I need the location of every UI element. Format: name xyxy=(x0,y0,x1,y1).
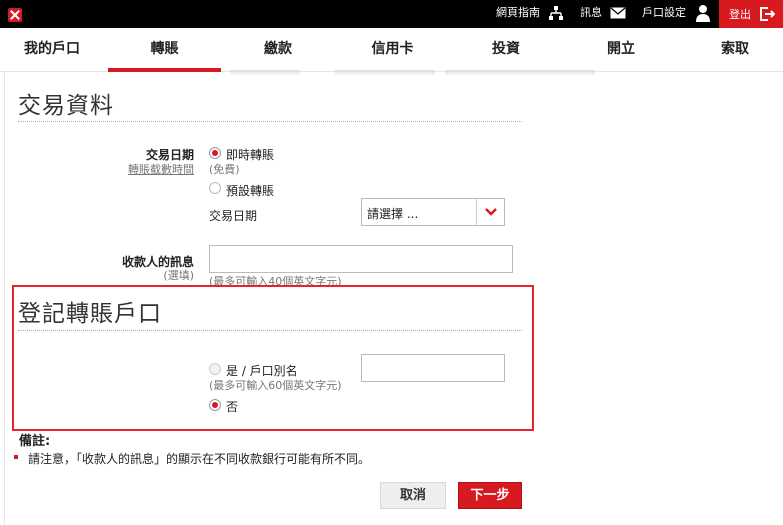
register-yes-radio[interactable] xyxy=(209,363,221,375)
transaction-section-title: 交易資料 xyxy=(18,93,114,119)
user-icon[interactable] xyxy=(696,4,710,25)
account-alias-input[interactable] xyxy=(361,354,505,382)
register-section-title: 登記轉賬戶口 xyxy=(18,301,162,327)
nav-payment[interactable]: 繳款 xyxy=(233,28,323,70)
nav-open-account[interactable]: 開立 xyxy=(580,28,662,70)
nav-shadow xyxy=(445,70,595,76)
register-no-radio[interactable] xyxy=(209,399,221,411)
top-bar: 網頁指南 訊息 戶口設定 登出 xyxy=(0,0,783,28)
section-divider xyxy=(18,330,522,331)
logout-icon xyxy=(759,6,776,25)
nav-my-account[interactable]: 我的戶口 xyxy=(8,28,96,70)
sitemap-icon[interactable] xyxy=(548,5,564,24)
date-select[interactable]: 請選擇 ... xyxy=(361,198,505,226)
scheduled-transfer-radio[interactable] xyxy=(209,182,221,194)
main-nav: 我的戶口 轉賬 繳款 信用卡 投資 開立 索取 xyxy=(0,28,783,72)
nav-shadow xyxy=(230,70,300,76)
cutoff-time-link[interactable]: 轉賬截數時間 xyxy=(96,161,194,177)
note-title: 備註: xyxy=(19,434,51,449)
register-yes-hint: (最多可輸入60個英文字元) xyxy=(209,379,342,392)
site-guide-link[interactable]: 網頁指南 xyxy=(496,6,540,20)
nav-transfer[interactable]: 轉賬 xyxy=(108,28,221,72)
payee-message-optional: (選填) xyxy=(163,269,194,282)
nav-investment[interactable]: 投資 xyxy=(462,28,550,70)
account-settings-link[interactable]: 戶口設定 xyxy=(642,6,686,20)
mail-icon[interactable] xyxy=(610,7,626,22)
content-left-border xyxy=(4,72,5,525)
cutoff-time-link-text[interactable]: 轉賬截數時間 xyxy=(128,163,194,176)
next-step-button[interactable]: 下一步 xyxy=(458,482,522,509)
nav-request[interactable]: 索取 xyxy=(692,28,778,70)
date-select-value: 請選擇 ... xyxy=(367,207,419,221)
cancel-button[interactable]: 取消 xyxy=(380,482,446,509)
note-text: 請注意，「收款人的訊息」的顯示在不同收款銀行可能有所不同。 xyxy=(28,452,371,466)
nav-shadow xyxy=(335,70,435,76)
note-bullet xyxy=(14,455,18,459)
scheduled-transfer-label: 預設轉賬 xyxy=(226,184,275,198)
logout-button[interactable]: 登出 xyxy=(719,0,783,28)
section-divider xyxy=(18,121,522,122)
immediate-transfer-hint: (免費) xyxy=(209,163,240,176)
immediate-transfer-radio[interactable] xyxy=(209,147,221,159)
logout-label: 登出 xyxy=(729,8,751,21)
bank-logo-icon[interactable] xyxy=(8,8,22,22)
date-field-label: 交易日期 xyxy=(209,209,258,223)
payee-message-input[interactable] xyxy=(209,245,513,273)
nav-credit-card[interactable]: 信用卡 xyxy=(345,28,440,70)
register-no-label: 否 xyxy=(226,400,239,414)
messages-link[interactable]: 訊息 xyxy=(580,6,602,20)
chevron-down-icon[interactable] xyxy=(476,199,504,225)
